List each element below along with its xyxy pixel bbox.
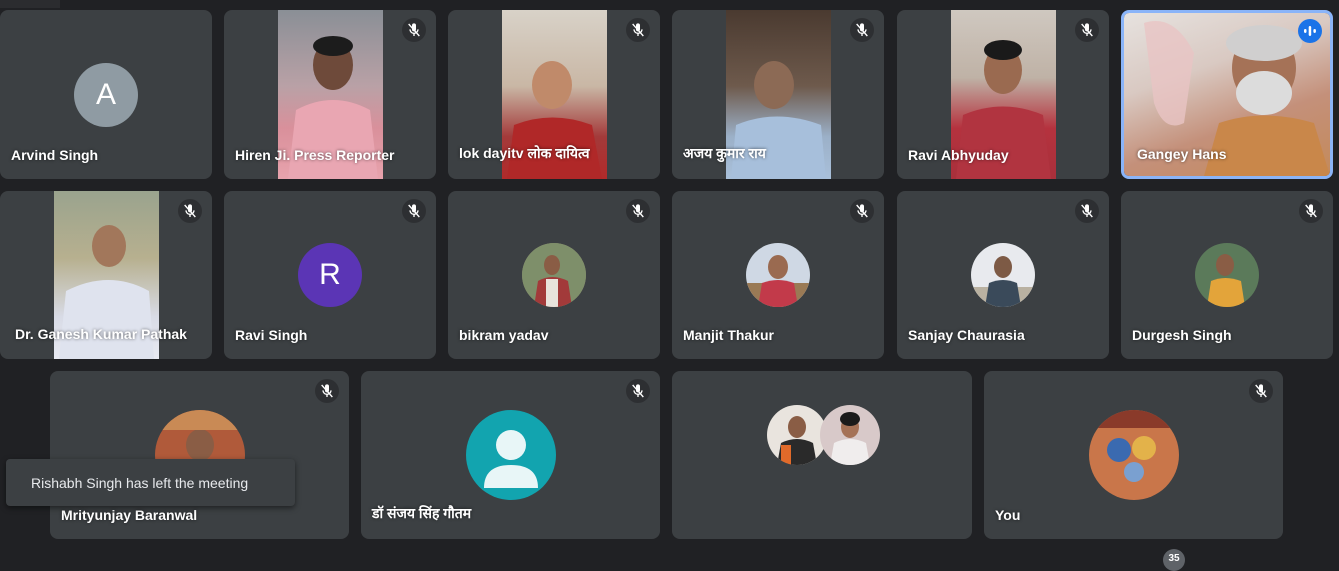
participant-tile-sanjay-chaurasia[interactable]: Sanjay Chaurasia <box>897 191 1109 359</box>
mic-off-icon <box>850 18 874 42</box>
avatar-initial: A <box>95 78 116 111</box>
avatar <box>971 243 1035 307</box>
participant-tile-bikram-yadav[interactable]: bikram yadav <box>448 191 660 359</box>
toast-text: Rishabh Singh has left the meeting <box>31 474 249 491</box>
mic-off-icon <box>1249 379 1273 403</box>
avatar <box>1195 243 1259 307</box>
participant-name: Gangey Hans <box>1137 146 1227 162</box>
participant-name: Ravi Singh <box>235 327 308 343</box>
mic-off-icon <box>315 379 339 403</box>
mic-off-icon <box>850 199 874 223</box>
audio-level-icon <box>1298 19 1322 43</box>
participant-name: Arvind Singh <box>11 147 99 163</box>
avatar <box>1089 410 1179 500</box>
participant-tile-durgesh-singh[interactable]: Durgesh Singh <box>1121 191 1333 359</box>
mic-off-icon <box>626 18 650 42</box>
avatar: R <box>298 243 362 307</box>
participant-tile-manjit-thakur[interactable]: Manjit Thakur <box>672 191 884 359</box>
participant-tile-ravi-singh[interactable]: R Ravi Singh <box>224 191 436 359</box>
avatar <box>767 405 827 465</box>
mic-off-icon <box>1299 199 1323 223</box>
participant-tile-lok-dayitv[interactable]: lok dayitv लोक दायित्व <box>448 10 660 179</box>
participant-name: Dr. Ganesh Kumar Pathak <box>15 326 187 342</box>
participant-name: Hiren Ji. Press Reporter <box>235 147 395 163</box>
mic-off-icon <box>1075 18 1099 42</box>
avatar <box>746 243 810 307</box>
participant-tile-mrityunjay-baranwal[interactable]: Mrityunjay Baranwal <box>50 371 349 539</box>
participant-name: Sanjay Chaurasia <box>908 327 1025 343</box>
avatar <box>820 405 880 465</box>
participant-tile-hiren-ji[interactable]: Hiren Ji. Press Reporter <box>224 10 436 179</box>
mic-off-icon <box>402 199 426 223</box>
participant-tile-arvind-singh[interactable]: A Arvind Singh <box>0 10 212 179</box>
participant-name: lok dayitv लोक दायित्व <box>459 145 590 161</box>
mic-off-icon <box>178 199 202 223</box>
person-icon <box>466 410 556 500</box>
participant-name: Manjit Thakur <box>683 327 775 343</box>
mic-off-icon <box>626 379 650 403</box>
participant-tile-ganesh-kumar-pathak[interactable]: Dr. Ganesh Kumar Pathak <box>0 191 212 359</box>
avatar: A <box>74 63 138 127</box>
participant-tile-group[interactable] <box>672 371 972 539</box>
avatar <box>522 243 586 307</box>
participant-name: You <box>995 507 1021 523</box>
avatar-initial: R <box>319 258 341 291</box>
participant-tile-ajay-kumar-rai[interactable]: अजय कुमार राय <box>672 10 884 179</box>
top-bar-edge <box>0 0 60 8</box>
participant-name: Mrityunjay Baranwal <box>61 507 198 523</box>
participant-name: Durgesh Singh <box>1132 327 1232 343</box>
participant-tile-you[interactable]: You <box>984 371 1283 539</box>
participant-tile-ravi-abhyuday[interactable]: Ravi Abhyuday <box>897 10 1109 179</box>
participant-count-badge[interactable]: 35 <box>1163 549 1185 571</box>
participant-name: डॉ संजय सिंह गौतम <box>372 505 472 521</box>
notification-toast: Rishabh Singh has left the meeting <box>6 459 295 506</box>
mic-off-icon <box>626 199 650 223</box>
participant-name: अजय कुमार राय <box>683 145 766 161</box>
participant-tile-sanjay-singh-gautam[interactable]: डॉ संजय सिंह गौतम <box>361 371 660 539</box>
participant-name: Ravi Abhyuday <box>908 147 1009 163</box>
participant-name: bikram yadav <box>459 327 549 343</box>
mic-off-icon <box>402 18 426 42</box>
participant-tile-gangey-hans[interactable]: Gangey Hans <box>1121 10 1333 179</box>
mic-off-icon <box>1075 199 1099 223</box>
